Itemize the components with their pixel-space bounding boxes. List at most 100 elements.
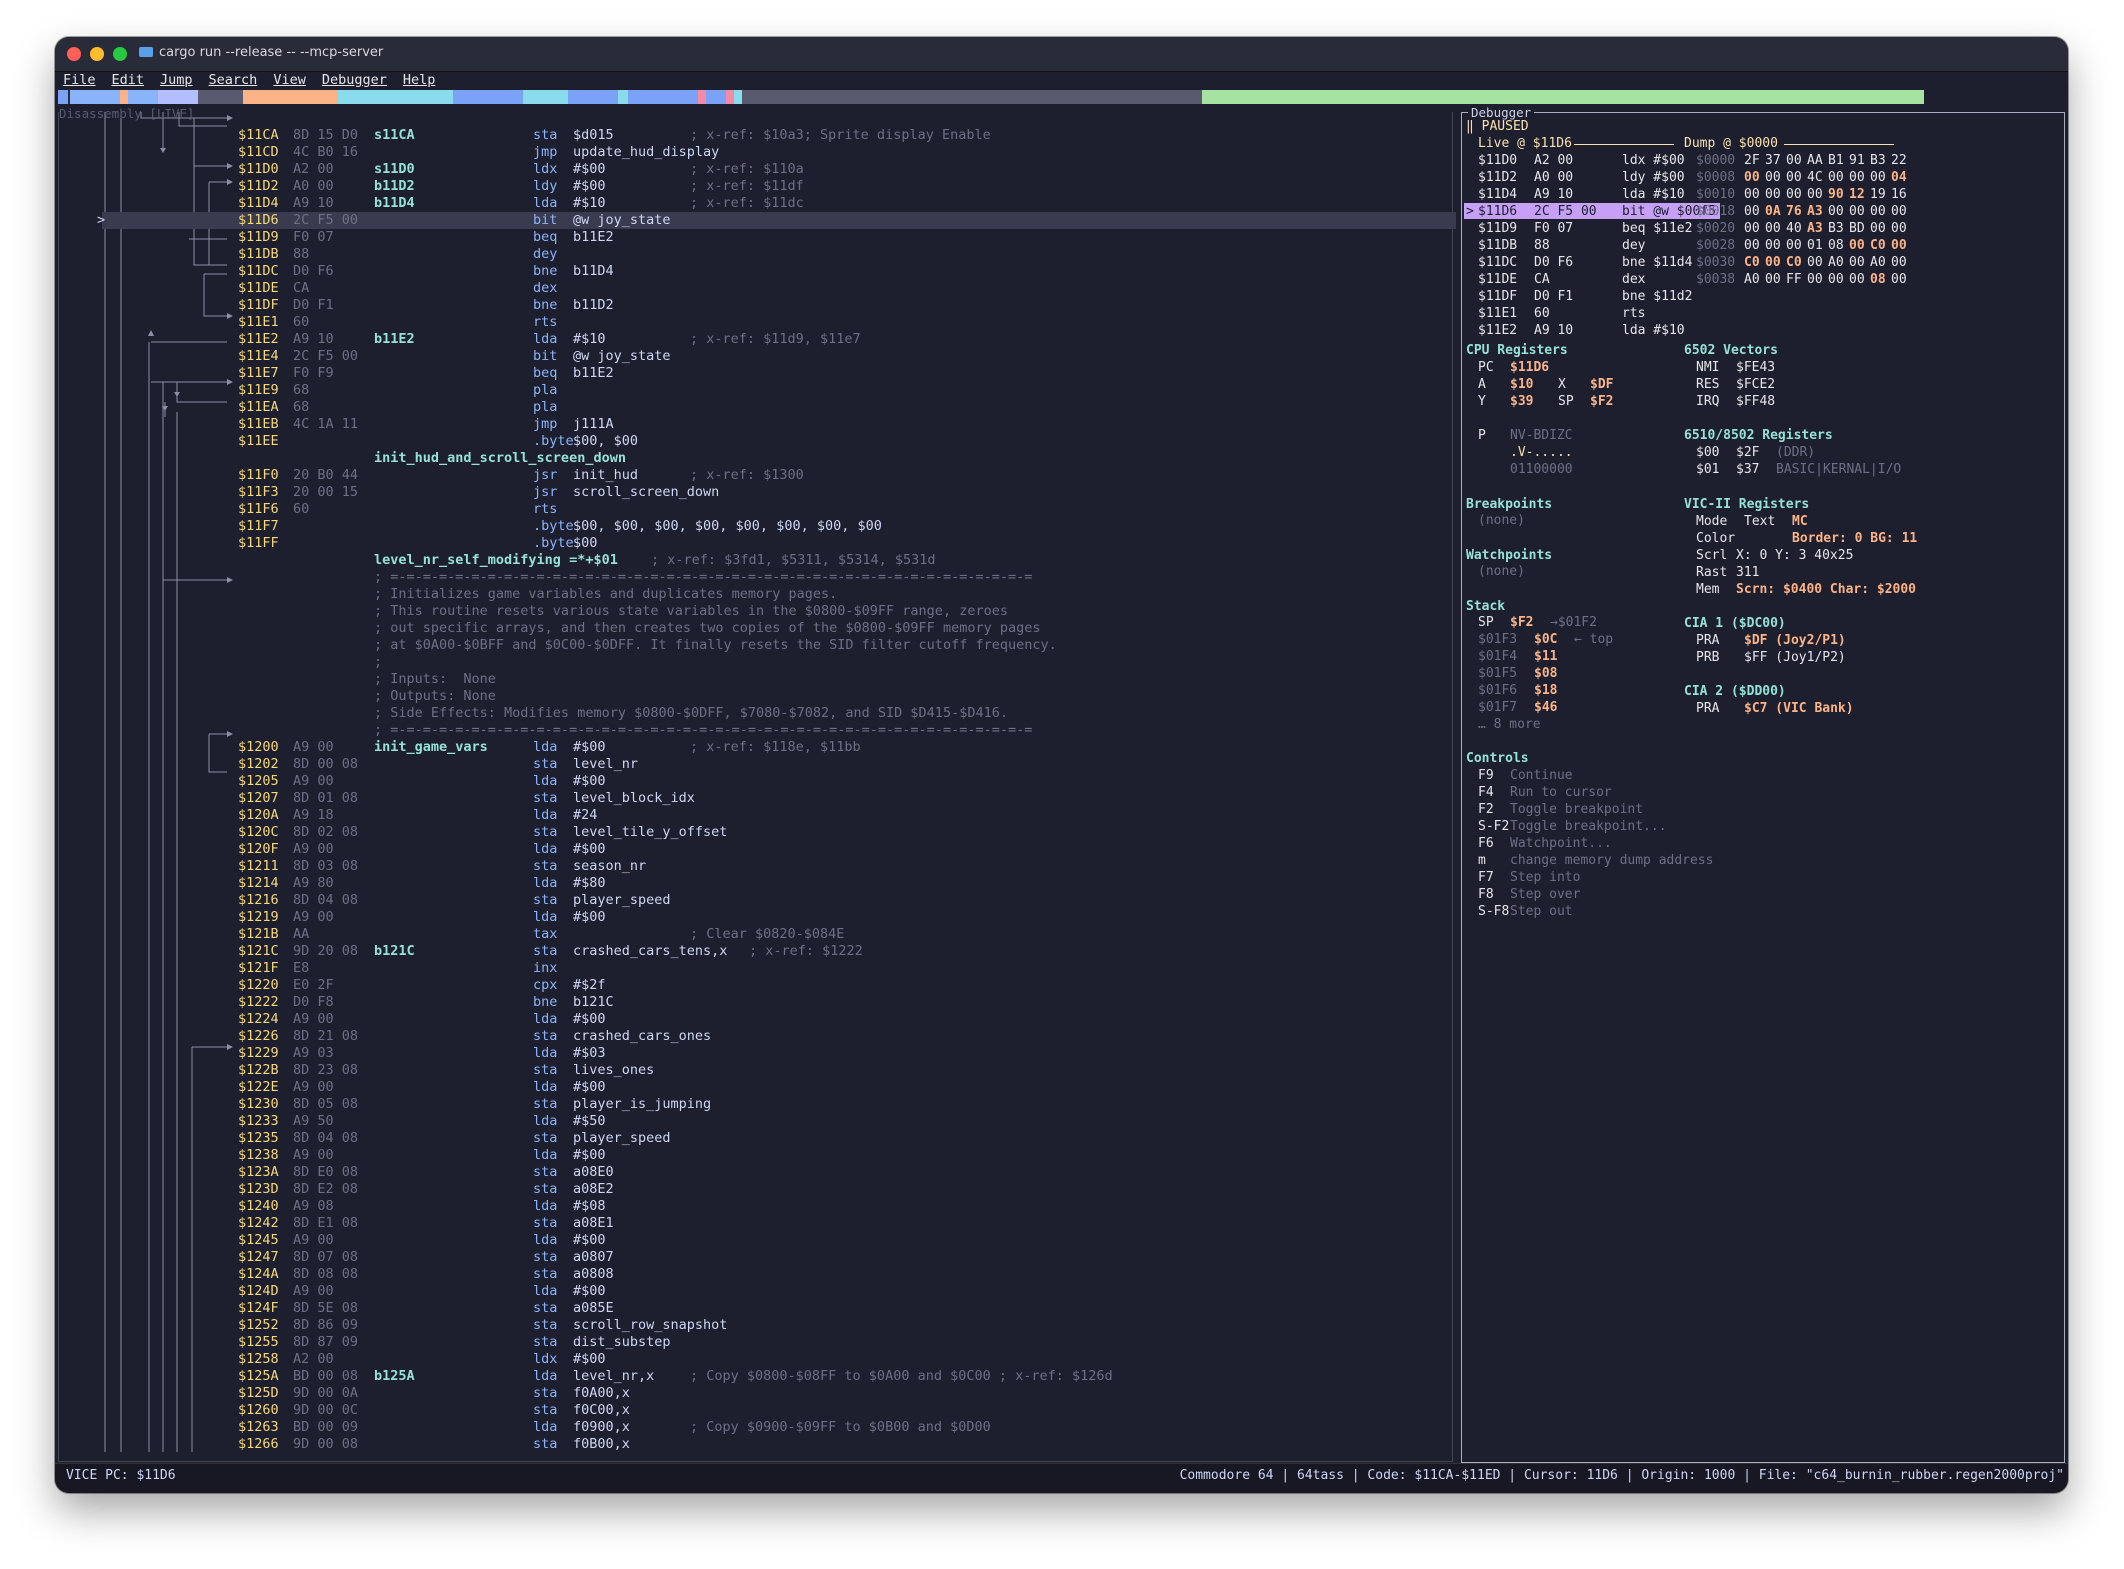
- disasm-row[interactable]: $11EA 68 pla: [59, 399, 1449, 416]
- disasm-row[interactable]: $1258 A2 00 ldx #$00: [59, 1351, 1449, 1368]
- disasm-row[interactable]: $11DB 88 dey: [59, 246, 1449, 263]
- vector-value: $FF48: [1736, 394, 1776, 409]
- disasm-row[interactable]: $1220 E0 2F cpx #$2f: [59, 977, 1449, 994]
- disasm-row[interactable]: $123A 8D E0 08 sta a08E0: [59, 1164, 1449, 1181]
- disasm-row[interactable]: $11F7 .byte $00, $00, $00, $00, $00, $00, …: [59, 518, 1449, 535]
- disasm-row[interactable]: $1226 8D 21 08 sta crashed_cars_ones: [59, 1028, 1449, 1045]
- mnemonic: sta: [533, 1062, 558, 1078]
- disasm-row[interactable]: $125D 9D 00 0A sta f0A00,x: [59, 1385, 1449, 1402]
- disasm-row[interactable]: $1235 8D 04 08 sta player_speed: [59, 1130, 1449, 1147]
- disasm-row[interactable]: $1230 8D 05 08 sta player_is_jumping: [59, 1096, 1449, 1113]
- address: $125A: [238, 1368, 279, 1384]
- disasm-row[interactable]: $1216 8D 04 08 sta player_speed: [59, 892, 1449, 909]
- disasm-row[interactable]: $11E4 2C F5 00 bit @w joy_state: [59, 348, 1449, 365]
- disasm-row[interactable]: $122B 8D 23 08 sta lives_ones: [59, 1062, 1449, 1079]
- disasm-row[interactable]: ;: [59, 654, 1449, 671]
- disasm-row[interactable]: ; =-=-=-=-=-=-=-=-=-=-=-=-=-=-=-=-=-=-=-…: [59, 569, 1449, 586]
- disasm-row[interactable]: $11D2 A0 00 b11D2 ldy #$00 ; x-ref: $11df: [59, 178, 1449, 195]
- disasm-row[interactable]: $1205 A9 00 lda #$00: [59, 773, 1449, 790]
- disasm-row[interactable]: $11F6 60 rts: [59, 501, 1449, 518]
- x-value: $DF: [1590, 377, 1614, 392]
- disasm-row[interactable]: $11EE .byte $00, $00: [59, 433, 1449, 450]
- disasm-row[interactable]: $1233 A9 50 lda #$50: [59, 1113, 1449, 1130]
- disasm-row[interactable]: $122E A9 00 lda #$00: [59, 1079, 1449, 1096]
- disasm-row[interactable]: $121F E8 inx: [59, 960, 1449, 977]
- zoom-button[interactable]: [113, 47, 127, 61]
- disasm-row[interactable]: $124F 8D 5E 08 sta a085E: [59, 1300, 1449, 1317]
- disasm-row[interactable]: $1229 A9 03 lda #$03: [59, 1045, 1449, 1062]
- disasm-row[interactable]: ; Initializes game variables and duplica…: [59, 586, 1449, 603]
- disasm-row[interactable]: $1222 D0 F8 bne b121C: [59, 994, 1449, 1011]
- bytes: 9D 00 0A: [293, 1385, 359, 1401]
- memory-map-segment: [338, 90, 453, 104]
- disasm-row[interactable]: $120A A9 18 lda #24: [59, 807, 1449, 824]
- disasm-row[interactable]: $11CD 4C B0 16 jmp update_hud_display: [59, 144, 1449, 161]
- disasm-row[interactable]: $11D6 2C F5 00 bit @w joy_state: [59, 212, 1449, 229]
- disasm-row[interactable]: $11E2 A9 10 b11E2 lda #$10 ; x-ref: $11d9, $1…: [59, 331, 1449, 348]
- disasm-row[interactable]: $1214 A9 80 lda #$80: [59, 875, 1449, 892]
- disasm-row[interactable]: ; Side Effects: Modifies memory $0800-$0…: [59, 705, 1449, 722]
- disasm-row[interactable]: $124A 8D 08 08 sta a0808: [59, 1266, 1449, 1283]
- disasm-row[interactable]: $120C 8D 02 08 sta level_tile_y_offset: [59, 824, 1449, 841]
- disasm-row[interactable]: $11F3 20 00 15 jsr scroll_screen_down: [59, 484, 1449, 501]
- menu-item-debugger[interactable]: Debugger: [322, 72, 387, 88]
- menu-item-jump[interactable]: Jump: [160, 72, 193, 88]
- disasm-row[interactable]: $11E1 60 rts: [59, 314, 1449, 331]
- disasm-row[interactable]: $1224 A9 00 lda #$00: [59, 1011, 1449, 1028]
- disasm-row[interactable]: $11DE CA dex: [59, 280, 1449, 297]
- address: $11E9: [238, 382, 279, 398]
- disasm-row[interactable]: $11DC D0 F6 bne b11D4: [59, 263, 1449, 280]
- disasm-row[interactable]: $11D9 F0 07 beq b11E2: [59, 229, 1449, 246]
- disasm-row[interactable]: $1255 8D 87 09 sta dist_substep: [59, 1334, 1449, 1351]
- menu-item-view[interactable]: View: [273, 72, 306, 88]
- disasm-row[interactable]: $123D 8D E2 08 sta a08E2: [59, 1181, 1449, 1198]
- disasm-row[interactable]: ; Inputs: None: [59, 671, 1449, 688]
- disasm-row[interactable]: $1260 9D 00 0C sta f0C00,x: [59, 1402, 1449, 1419]
- disassembly-pane[interactable]: $11CA 8D 15 D0 s11CA sta $d015 ; x-ref: $10a3…: [58, 112, 1456, 1462]
- disasm-row[interactable]: $11E7 F0 F9 beq b11E2: [59, 365, 1449, 382]
- disasm-row[interactable]: $124D A9 00 lda #$00: [59, 1283, 1449, 1300]
- disasm-row[interactable]: $11CA 8D 15 D0 s11CA sta $d015 ; x-ref: $10a3…: [59, 127, 1449, 144]
- disasm-row[interactable]: $1207 8D 01 08 sta level_block_idx: [59, 790, 1449, 807]
- disasm-row[interactable]: $1247 8D 07 08 sta a0807: [59, 1249, 1449, 1266]
- menu-item-file[interactable]: File: [63, 72, 96, 88]
- disasm-row[interactable]: ; This routine resets various state vari…: [59, 603, 1449, 620]
- disasm-row[interactable]: $1245 A9 00 lda #$00: [59, 1232, 1449, 1249]
- disasm-row[interactable]: ; out specific arrays, and then creates …: [59, 620, 1449, 637]
- disasm-row[interactable]: $11E9 68 pla: [59, 382, 1449, 399]
- disasm-row[interactable]: $1263 BD 00 09 lda f0900,x ; Copy $0900-$09F…: [59, 1419, 1449, 1436]
- disasm-row[interactable]: $11F0 20 B0 44 jsr init_hud ; x-ref: $1300: [59, 467, 1449, 484]
- disasm-row[interactable]: $11D4 A9 10 b11D4 lda #$10 ; x-ref: $11dc: [59, 195, 1449, 212]
- disasm-row[interactable]: $11EB 4C 1A 11 jmp j111A: [59, 416, 1449, 433]
- memory-map-bar[interactable]: [58, 90, 2066, 104]
- disasm-row[interactable]: ; Outputs: None: [59, 688, 1449, 705]
- disasm-row[interactable]: ; =-=-=-=-=-=-=-=-=-=-=-=-=-=-=-=-=-=-=-…: [59, 722, 1449, 739]
- disasm-row[interactable]: $1252 8D 86 09 sta scroll_row_snapshot: [59, 1317, 1449, 1334]
- menu-item-edit[interactable]: Edit: [112, 72, 145, 88]
- disasm-row[interactable]: $1219 A9 00 lda #$00: [59, 909, 1449, 926]
- disasm-row[interactable]: $125A BD 00 08 b125A lda level_nr,x ; Copy $0…: [59, 1368, 1449, 1385]
- menu-item-search[interactable]: Search: [209, 72, 258, 88]
- mnemonic: lda: [533, 909, 558, 925]
- stack-sp-pointer: →$01F2: [1550, 615, 1597, 630]
- disasm-row[interactable]: $1200 A9 00 init_game_vars lda #$00 ; x-ref: …: [59, 739, 1449, 756]
- disasm-row[interactable]: $11D0 A2 00 s11D0 ldx #$00 ; x-ref: $110a: [59, 161, 1449, 178]
- disasm-row[interactable]: ; at $0A00-$0BFF and $0C00-$0DFF. It fin…: [59, 637, 1449, 654]
- minimize-button[interactable]: [90, 47, 104, 61]
- disasm-row[interactable]: $1238 A9 00 lda #$00: [59, 1147, 1449, 1164]
- p-set: .V-.....: [1510, 445, 1573, 460]
- close-button[interactable]: [67, 47, 81, 61]
- disasm-row[interactable]: $121B AA tax ; Clear $0820-$084E: [59, 926, 1449, 943]
- disasm-row[interactable]: $1242 8D E1 08 sta a08E1: [59, 1215, 1449, 1232]
- disasm-row[interactable]: $1202 8D 00 08 sta level_nr: [59, 756, 1449, 773]
- menu-item-help[interactable]: Help: [403, 72, 436, 88]
- disasm-row[interactable]: $120F A9 00 lda #$00: [59, 841, 1449, 858]
- disasm-row[interactable]: level_nr_self_modifying =*+$01 ; x-ref: $…: [59, 552, 1449, 569]
- disasm-row[interactable]: init_hud_and_scroll_screen_down: [59, 450, 1449, 467]
- disasm-row[interactable]: $11FF .byte $00: [59, 535, 1449, 552]
- disasm-row[interactable]: $1266 9D 00 08 sta f0B00,x: [59, 1436, 1449, 1453]
- disasm-row[interactable]: $11DF D0 F1 bne b11D2: [59, 297, 1449, 314]
- disasm-row[interactable]: $1211 8D 03 08 sta season_nr: [59, 858, 1449, 875]
- disasm-row[interactable]: $121C 9D 20 08 b121C sta crashed_cars_tens,x…: [59, 943, 1449, 960]
- disasm-row[interactable]: $1240 A9 08 lda #$08: [59, 1198, 1449, 1215]
